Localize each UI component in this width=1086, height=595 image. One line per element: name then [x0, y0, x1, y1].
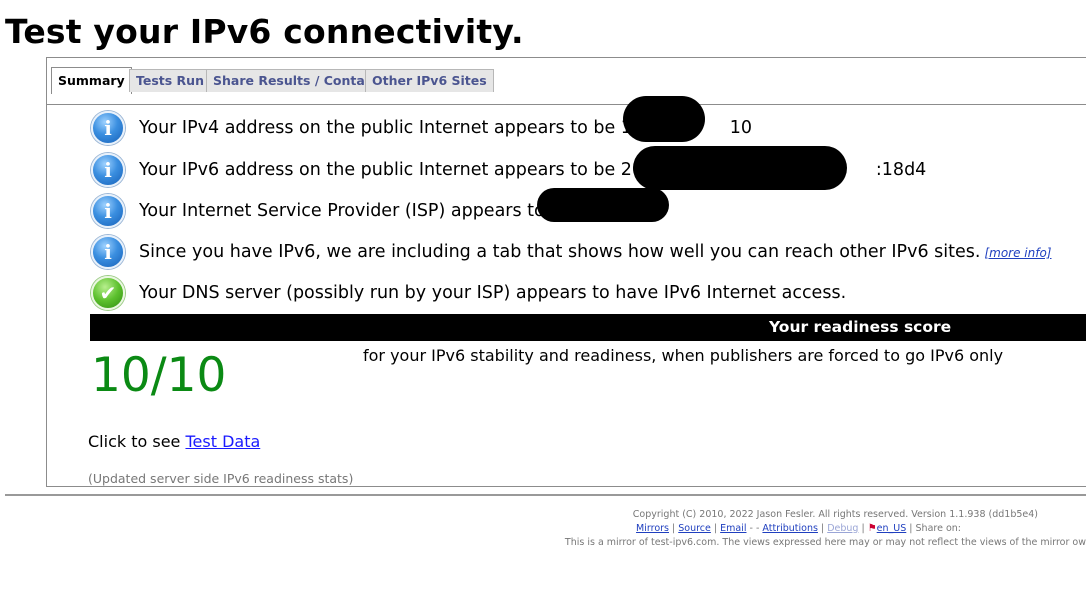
result-text: Your DNS server (possibly run by your IS…: [139, 283, 847, 303]
email-link[interactable]: Email: [720, 523, 746, 534]
language-icon: ⚑: [867, 523, 877, 534]
debug-link[interactable]: Debug: [827, 523, 858, 534]
redaction-ipv4: [623, 96, 705, 142]
readiness-score-description: for your IPv6 stability and readiness, w…: [363, 346, 1004, 365]
mirrors-link[interactable]: Mirrors: [636, 523, 669, 534]
footer-links: Mirrors | Source | Email - - Attribution…: [636, 523, 961, 534]
redaction-ipv6: [633, 146, 847, 190]
footer-copyright: Copyright (C) 2010, 2022 Jason Fesler. A…: [632, 509, 1038, 520]
result-dns: ✔ Your DNS server (possibly run by your …: [91, 276, 846, 310]
check-icon: ✔: [91, 276, 125, 310]
info-icon: i: [91, 194, 125, 228]
info-icon: i: [91, 235, 125, 269]
attributions-link[interactable]: Attributions: [762, 523, 818, 534]
readiness-score-header: Your readiness score: [90, 314, 1086, 341]
readiness-score-value: 10/10: [91, 348, 227, 403]
footer-mirror-note: This is a mirror of test-ipv6.com. The v…: [564, 537, 1086, 548]
tab-share-results-contact[interactable]: Share Results / Contact: [206, 69, 386, 92]
locale-link[interactable]: en_US: [877, 523, 907, 534]
result-isp: i Your Internet Service Provider (ISP) a…: [91, 194, 572, 228]
test-data-link[interactable]: Test Data: [185, 432, 260, 451]
source-link[interactable]: Source: [678, 523, 711, 534]
info-icon: i: [91, 153, 125, 187]
tab-tests-run[interactable]: Tests Run: [129, 69, 211, 92]
result-ipv6-tab-note: i Since you have IPv6, we are including …: [91, 235, 1051, 269]
result-text: Since you have IPv6, we are including a …: [139, 242, 1052, 262]
footer-divider: [5, 494, 1086, 496]
share-label: Share on:: [915, 523, 961, 534]
info-icon: i: [91, 111, 125, 145]
test-data-line: Click to see Test Data: [88, 432, 261, 451]
results-panel: Summary Tests Run Share Results / Contac…: [46, 57, 1086, 487]
updated-note: (Updated server side IPv6 readiness stat…: [88, 471, 354, 486]
tab-other-ipv6-sites[interactable]: Other IPv6 Sites: [365, 69, 494, 92]
tab-bar: Summary Tests Run Share Results / Contac…: [47, 58, 1086, 105]
result-text: Your Internet Service Provider (ISP) app…: [139, 201, 573, 221]
more-info-link[interactable]: [more info]: [984, 246, 1051, 260]
tab-summary[interactable]: Summary: [51, 67, 132, 94]
redaction-isp: [537, 188, 669, 222]
page-title: Test your IPv6 connectivity.: [5, 12, 524, 51]
